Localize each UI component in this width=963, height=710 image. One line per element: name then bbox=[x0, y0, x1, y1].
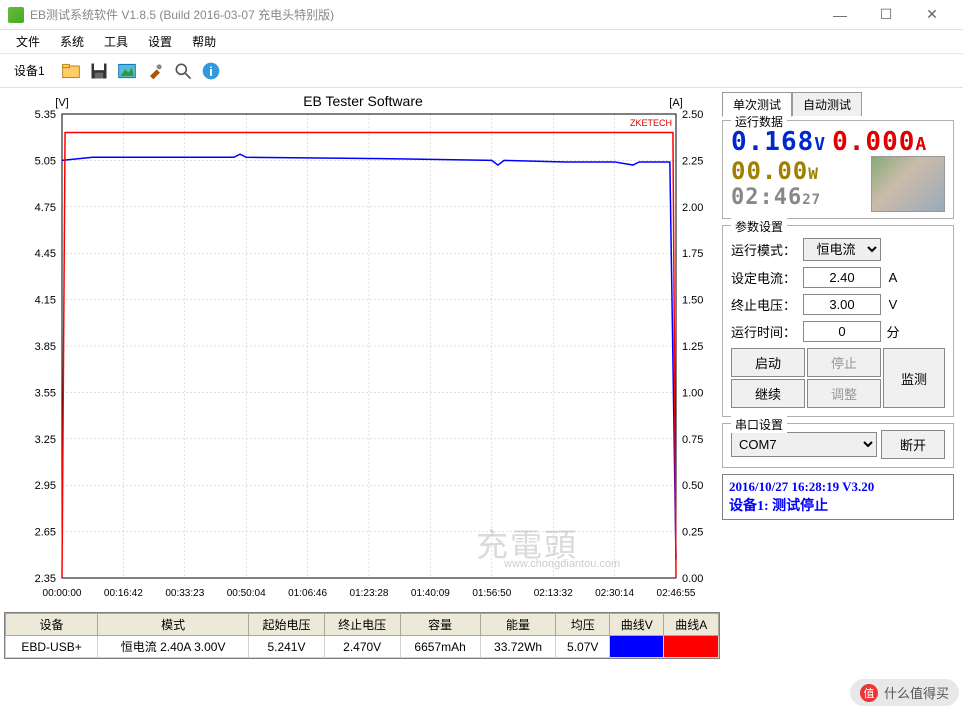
current-input[interactable] bbox=[803, 267, 881, 288]
svg-text:5.05: 5.05 bbox=[35, 155, 56, 167]
svg-text:1.50: 1.50 bbox=[682, 295, 703, 307]
svg-text:1.75: 1.75 bbox=[682, 248, 703, 260]
watermark-url: www.chongdiantou.com bbox=[504, 558, 620, 570]
disconnect-button[interactable]: 断开 bbox=[881, 430, 945, 459]
th-capacity: 容量 bbox=[400, 614, 480, 636]
svg-text:4.45: 4.45 bbox=[35, 248, 56, 260]
readout-current: 0.000A bbox=[832, 127, 927, 157]
preview-image bbox=[871, 156, 945, 212]
svg-text:01:40:09: 01:40:09 bbox=[411, 588, 450, 599]
search-icon[interactable] bbox=[170, 58, 196, 84]
svg-text:3.85: 3.85 bbox=[35, 341, 56, 353]
svg-text:01:56:50: 01:56:50 bbox=[472, 588, 511, 599]
status-box: 2016/10/27 16:28:19 V3.20 设备1: 测试停止 bbox=[722, 474, 954, 520]
save-icon[interactable] bbox=[86, 58, 112, 84]
serial-group: 串口设置 COM7 断开 bbox=[722, 423, 954, 468]
svg-text:[A]: [A] bbox=[669, 97, 682, 109]
curve-a-color bbox=[664, 636, 719, 658]
continue-button[interactable]: 继续 bbox=[731, 379, 805, 408]
svg-text:3.55: 3.55 bbox=[35, 387, 56, 399]
app-icon bbox=[8, 7, 24, 23]
minimize-button[interactable]: — bbox=[817, 0, 863, 30]
monitor-button[interactable]: 监测 bbox=[883, 348, 945, 408]
chart: EB Tester Software [V] [A] 2.35 0.00 2.65 0.25… bbox=[4, 92, 720, 608]
svg-text:3.25: 3.25 bbox=[35, 434, 56, 446]
svg-text:0.25: 0.25 bbox=[682, 527, 703, 539]
svg-text:0.75: 0.75 bbox=[682, 434, 703, 446]
svg-text:2.00: 2.00 bbox=[682, 202, 703, 214]
tools-icon[interactable] bbox=[142, 58, 168, 84]
th-endv: 终止电压 bbox=[324, 614, 400, 636]
svg-text:02:13:32: 02:13:32 bbox=[534, 588, 573, 599]
th-device: 设备 bbox=[6, 614, 98, 636]
svg-text:01:23:28: 01:23:28 bbox=[350, 588, 389, 599]
svg-text:2.25: 2.25 bbox=[682, 155, 703, 167]
info-icon[interactable]: i bbox=[198, 58, 224, 84]
svg-text:1.00: 1.00 bbox=[682, 387, 703, 399]
svg-text:i: i bbox=[209, 64, 213, 79]
mode-select[interactable]: 恒电流 bbox=[803, 238, 881, 261]
titlebar: EB测试系统软件 V1.8.5 (Build 2016-03-07 充电头特别版… bbox=[0, 0, 963, 30]
svg-text:2.35: 2.35 bbox=[35, 573, 56, 585]
svg-text:5.35: 5.35 bbox=[35, 109, 56, 121]
svg-text:01:06:46: 01:06:46 bbox=[288, 588, 327, 599]
svg-text:4.75: 4.75 bbox=[35, 202, 56, 214]
svg-text:2.95: 2.95 bbox=[35, 480, 56, 492]
menu-settings[interactable]: 设置 bbox=[138, 30, 182, 53]
th-energy: 能量 bbox=[480, 614, 556, 636]
th-startv: 起始电压 bbox=[249, 614, 325, 636]
svg-text:2.65: 2.65 bbox=[35, 527, 56, 539]
curve-v-color bbox=[610, 636, 664, 658]
readouts-group: 运行数据 0.168V 0.000A 00.00W 02:4627 bbox=[722, 120, 954, 219]
menubar: 文件 系统 工具 设置 帮助 bbox=[0, 30, 963, 54]
svg-text:00:00:00: 00:00:00 bbox=[43, 588, 82, 599]
svg-text:0.00: 0.00 bbox=[682, 573, 703, 585]
cutoff-input[interactable] bbox=[803, 294, 881, 315]
window-title: EB测试系统软件 V1.8.5 (Build 2016-03-07 充电头特别版… bbox=[30, 6, 817, 23]
svg-text:EB Tester Software: EB Tester Software bbox=[303, 93, 423, 109]
svg-text:1.25: 1.25 bbox=[682, 341, 703, 353]
readout-voltage: 0.168V bbox=[731, 127, 826, 157]
device-tab[interactable]: 设备1 bbox=[6, 60, 53, 81]
open-icon[interactable] bbox=[58, 58, 84, 84]
svg-text:02:30:14: 02:30:14 bbox=[595, 588, 634, 599]
menu-help[interactable]: 帮助 bbox=[182, 30, 226, 53]
com-port-select[interactable]: COM7 bbox=[731, 432, 877, 457]
runtime-input[interactable] bbox=[803, 321, 881, 342]
svg-text:00:33:23: 00:33:23 bbox=[165, 588, 204, 599]
image-icon[interactable] bbox=[114, 58, 140, 84]
svg-text:4.15: 4.15 bbox=[35, 295, 56, 307]
svg-text:02:46:55: 02:46:55 bbox=[657, 588, 696, 599]
start-button[interactable]: 启动 bbox=[731, 348, 805, 377]
menu-system[interactable]: 系统 bbox=[50, 30, 94, 53]
svg-text:2.50: 2.50 bbox=[682, 109, 703, 121]
maximize-button[interactable]: ☐ bbox=[863, 0, 909, 30]
page-watermark: 值什么值得买 bbox=[850, 679, 959, 706]
result-table: 设备 模式 起始电压 终止电压 容量 能量 均压 曲线V 曲线A EBD-USB… bbox=[4, 612, 720, 659]
svg-text:00:50:04: 00:50:04 bbox=[227, 588, 266, 599]
toolbar: 设备1 i bbox=[0, 54, 963, 88]
close-button[interactable]: ✕ bbox=[909, 0, 955, 30]
menu-file[interactable]: 文件 bbox=[6, 30, 50, 53]
stop-button[interactable]: 停止 bbox=[807, 348, 881, 377]
th-mode: 模式 bbox=[98, 614, 249, 636]
th-avgv: 均压 bbox=[556, 614, 610, 636]
menu-tools[interactable]: 工具 bbox=[94, 30, 138, 53]
svg-text:[V]: [V] bbox=[55, 97, 68, 109]
svg-text:00:16:42: 00:16:42 bbox=[104, 588, 143, 599]
svg-text:0.50: 0.50 bbox=[682, 480, 703, 492]
status-message: 设备1: 测试停止 bbox=[729, 495, 947, 515]
params-group: 参数设置 运行模式： 恒电流 设定电流： A 终止电压： V 运行时间： 分 bbox=[722, 225, 954, 417]
table-row[interactable]: EBD-USB+ 恒电流 2.40A 3.00V 5.241V 2.470V 6… bbox=[6, 636, 719, 658]
th-curvev: 曲线V bbox=[610, 614, 664, 636]
svg-text:ZKETECH: ZKETECH bbox=[630, 118, 672, 128]
adjust-button[interactable]: 调整 bbox=[807, 379, 881, 408]
status-timestamp: 2016/10/27 16:28:19 V3.20 bbox=[729, 479, 947, 495]
tab-auto[interactable]: 自动测试 bbox=[792, 92, 862, 116]
th-curvea: 曲线A bbox=[664, 614, 719, 636]
